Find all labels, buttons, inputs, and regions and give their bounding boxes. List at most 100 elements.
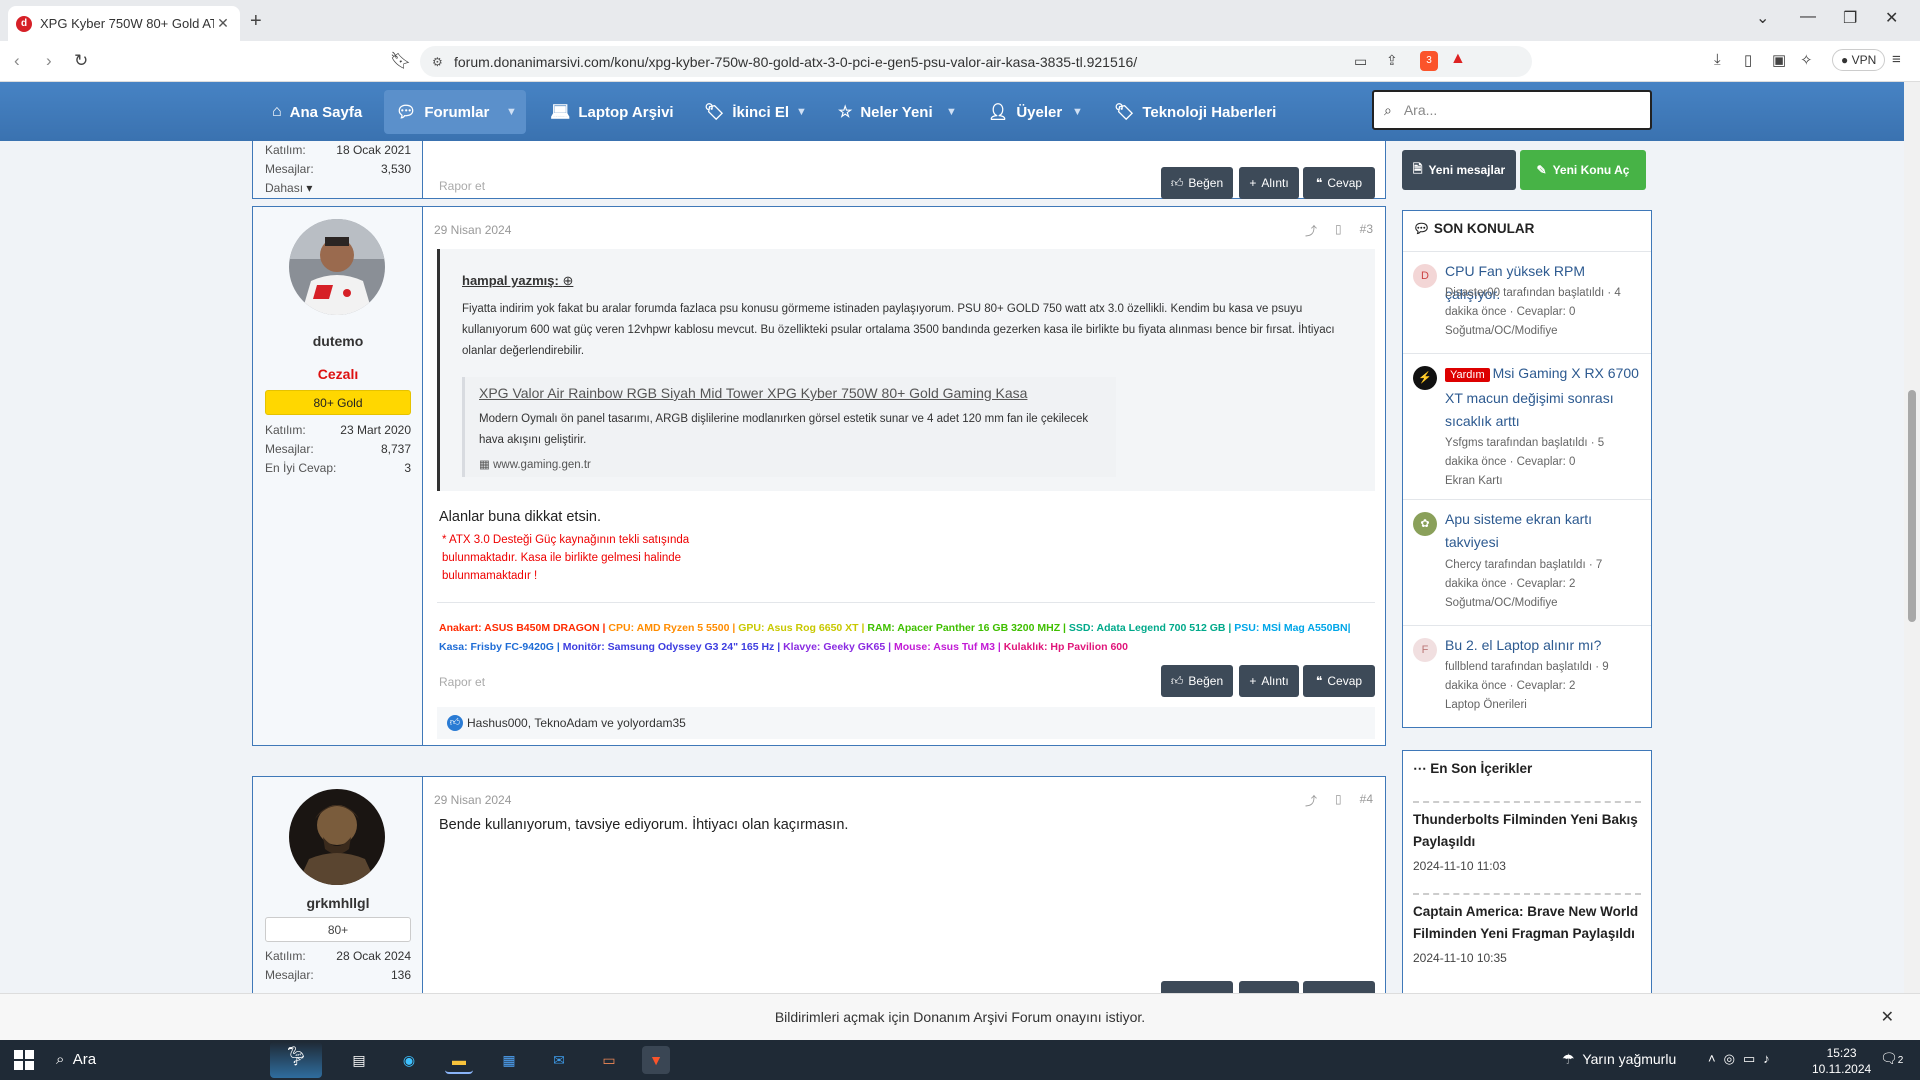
task-view-icon[interactable]: ▤ <box>345 1046 373 1074</box>
report-link[interactable]: Rapor et <box>439 675 485 689</box>
restore-button[interactable]: ❐ <box>1843 8 1857 28</box>
windows-start-icon[interactable] <box>14 1050 34 1070</box>
thread-forum[interactable]: Laptop Önerileri <box>1445 696 1643 715</box>
page-scrollbar[interactable] <box>1904 82 1920 993</box>
reply-button[interactable] <box>1303 981 1375 993</box>
thread-forum[interactable]: Ekran Kartı <box>1445 472 1643 491</box>
forward-icon[interactable]: › <box>46 51 52 71</box>
mail-icon[interactable]: ✉ <box>545 1046 573 1074</box>
new-messages-button[interactable]: 🗎︎ Yeni mesajlar <box>1402 150 1516 190</box>
quote-button[interactable]: + Alıntı <box>1239 665 1299 697</box>
tab-search-icon[interactable]: ⌄ <box>1756 8 1769 28</box>
avatar[interactable] <box>289 219 385 315</box>
nav-tech-news[interactable]: 🏷︎ Teknoloji Haberleri <box>1102 90 1288 134</box>
liker-link[interactable]: yolyordam35 <box>617 716 686 730</box>
thread-forum[interactable]: Soğutma/OC/Modifiye <box>1445 322 1643 341</box>
brave-icon[interactable]: ▼ <box>642 1046 670 1074</box>
weather-widget[interactable]: ☂ Yarın yağmurlu <box>1562 1051 1676 1068</box>
post-date[interactable]: 29 Nisan 2024 <box>434 793 511 807</box>
new-tab-button[interactable]: + <box>250 10 262 33</box>
camera-icon[interactable]: ◎ <box>1724 1051 1743 1066</box>
close-window-button[interactable]: ✕ <box>1885 8 1898 28</box>
search-input[interactable]: ⌕ Ara... <box>1372 90 1652 130</box>
edge-icon[interactable]: ◉ <box>395 1046 423 1074</box>
scrollbar-thumb[interactable] <box>1908 390 1916 622</box>
link-preview-url[interactable]: ▦ www.gaming.gen.tr <box>479 457 1102 471</box>
username[interactable]: grkmhllgl <box>253 895 423 911</box>
brave-rewards-icon[interactable]: ▲ <box>1450 50 1466 68</box>
nav-forums[interactable]: 💬︎ Forumlar <box>384 90 526 134</box>
cast-icon[interactable]: ▭ <box>1354 53 1367 70</box>
share-icon[interactable]: ⤴ <box>1305 222 1317 239</box>
brave-shields-icon[interactable]: 3 <box>1420 51 1438 71</box>
thread-item[interactable]: D CPU Fan yüksek RPM çalışıyor. Disaster… <box>1403 251 1651 353</box>
new-thread-button[interactable]: ✎ Yeni Konu Aç <box>1520 150 1646 190</box>
address-bar[interactable]: ⚙ forum.donanimarsivi.com/konu/xpg-kyber… <box>420 46 1532 77</box>
arrow-up-circle-icon[interactable]: ⊕ <box>562 273 573 288</box>
share-icon[interactable]: ⇪ <box>1386 52 1398 69</box>
thread-item[interactable]: ✿ Apu sisteme ekran kartı takviyesi Cher… <box>1403 499 1651 625</box>
reload-icon[interactable]: ↻ <box>74 51 88 71</box>
close-icon[interactable]: ✕ <box>1881 1007 1894 1027</box>
chevron-up-icon[interactable]: ˄ <box>1708 1051 1724 1066</box>
flamingo-widget-icon[interactable]: 🦩︎ <box>270 1042 322 1078</box>
file-explorer-icon[interactable]: ▬ <box>445 1046 473 1074</box>
latest-item[interactable]: Thunderbolts Filminden Yeni Bakış Paylaş… <box>1413 801 1641 873</box>
thread-item[interactable]: F Bu 2. el Laptop alınır mı? fullblend t… <box>1403 625 1651 727</box>
quote-author[interactable]: hampal yazmış: ⊕ <box>462 273 573 289</box>
downloads-icon[interactable]: ⤓ <box>1714 51 1721 68</box>
thread-title[interactable]: Apu sisteme ekran kartı takviyesi <box>1445 508 1643 554</box>
whats-new-dropdown-icon[interactable]: ▼ <box>946 106 957 118</box>
app-icon[interactable]: ▭ <box>595 1046 623 1074</box>
second-hand-dropdown-icon[interactable]: ▼ <box>796 106 807 118</box>
nav-second-hand[interactable]: 🏷︎ İkinci El <box>692 90 801 134</box>
liker-link[interactable]: Hashus000 <box>467 716 528 730</box>
close-tab-icon[interactable]: ✕ <box>214 15 232 32</box>
like-button[interactable]: 👍︎ Beğen <box>1161 665 1233 697</box>
avatar[interactable] <box>289 789 385 885</box>
liker-link[interactable]: TeknoAdam <box>534 716 597 730</box>
menu-icon[interactable]: ≡ <box>1892 51 1901 68</box>
site-info-icon[interactable]: ⚙ <box>432 55 454 69</box>
avatar[interactable]: F <box>1413 638 1437 662</box>
latest-item[interactable]: Captain America: Brave New World Filmind… <box>1413 893 1641 965</box>
report-link[interactable]: Rapor et <box>439 179 485 193</box>
link-preview[interactable]: XPG Valor Air Rainbow RGB Siyah Mid Towe… <box>462 377 1116 477</box>
bookmark-icon[interactable]: ▯ <box>1335 222 1342 239</box>
bookmark-icon[interactable]: 🔖︎ <box>390 51 412 71</box>
nav-home[interactable]: ⌂ Ana Sayfa <box>260 90 374 134</box>
vpn-button[interactable]: ● VPN <box>1832 49 1886 71</box>
leo-ai-icon[interactable]: ✧ <box>1800 51 1813 69</box>
avatar[interactable]: D <box>1413 264 1437 288</box>
thread-title[interactable]: Yardım Msi Gaming X RX 6700 XT macun deği… <box>1445 362 1643 433</box>
sidebar-icon[interactable]: ▯ <box>1744 51 1752 69</box>
store-icon[interactable]: ▦ <box>495 1046 523 1074</box>
nav-members[interactable]: 👤︎ Üyeler <box>976 90 1074 134</box>
like-button[interactable] <box>1161 981 1233 993</box>
members-dropdown-icon[interactable]: ▼ <box>1072 106 1083 118</box>
nav-laptop-archive[interactable]: 💻︎ Laptop Arşivi <box>538 90 686 134</box>
quote-button[interactable] <box>1239 981 1299 993</box>
volume-icon[interactable]: ♪ <box>1763 1051 1778 1066</box>
post-number[interactable]: #3 <box>1360 222 1373 239</box>
reply-button[interactable]: ❝ Cevap <box>1303 665 1375 697</box>
minimize-button[interactable]: — <box>1800 8 1816 26</box>
notifications-icon[interactable]: 🗨︎2 <box>1880 1050 1903 1067</box>
bookmark-icon[interactable]: ▯ <box>1335 792 1342 809</box>
back-icon[interactable]: ‹ <box>14 51 20 71</box>
thread-item[interactable]: ⚡ Yardım Msi Gaming X RX 6700 XT macun de… <box>1403 353 1651 499</box>
browser-tab[interactable]: d XPG Kyber 750W 80+ Gold ATX ✕ <box>8 6 240 41</box>
thread-title[interactable]: Bu 2. el Laptop alınır mı? <box>1445 634 1643 657</box>
latest-item-title[interactable]: Thunderbolts Filminden Yeni Bakış Paylaş… <box>1413 809 1641 853</box>
taskbar-clock[interactable]: 15:23 10.11.2024 <box>1812 1045 1871 1077</box>
network-icon[interactable]: ▭ <box>1743 1051 1763 1066</box>
forums-dropdown-icon[interactable]: ▼ <box>506 106 517 118</box>
like-button[interactable]: 👍︎ Beğen <box>1161 167 1233 199</box>
post-date[interactable]: 29 Nisan 2024 <box>434 223 511 237</box>
avatar[interactable]: ✿ <box>1413 512 1437 536</box>
reply-button[interactable]: ❝ Cevap <box>1303 167 1375 199</box>
system-tray[interactable]: ˄◎▭♪ <box>1708 1051 1778 1067</box>
quote-button[interactable]: + Alıntı <box>1239 167 1299 199</box>
wallet-icon[interactable]: ▣ <box>1772 51 1786 69</box>
link-preview-title[interactable]: XPG Valor Air Rainbow RGB Siyah Mid Towe… <box>479 385 1102 401</box>
